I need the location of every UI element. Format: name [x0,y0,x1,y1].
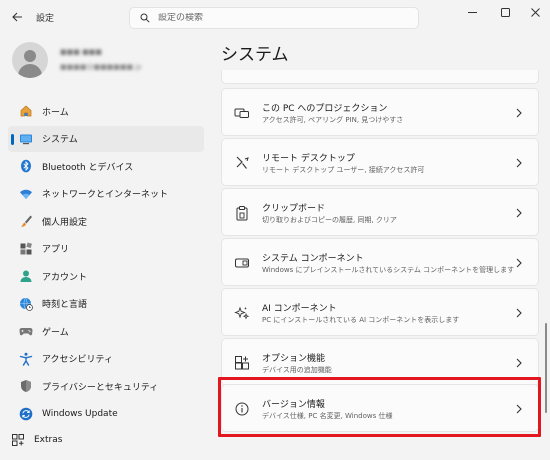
app-title: 設定 [36,14,55,24]
scrollbar[interactable] [545,323,547,413]
card-title: システム コンポーネント [262,254,364,264]
card-clipboard[interactable]: クリップボード 切り取りおよびコピーの履歴, 同期, クリア [221,188,539,236]
sidebar-item-accounts[interactable]: アカウント [8,263,204,289]
account-icon [19,269,33,283]
projection-icon [234,105,250,121]
wifi-icon [19,187,33,201]
bluetooth-icon [19,159,33,173]
system-components-icon [234,255,250,271]
remote-desktop-icon [234,155,250,171]
sidebar-item-label: アクセシビリティ [42,355,114,365]
user-email: ■■■■@■■■■■■.jp [60,63,142,71]
back-button[interactable] [6,7,28,27]
maximize-button[interactable] [494,4,516,20]
card-about[interactable]: バージョン情報 デバイス仕様, PC 名変更, Windows 仕様 [221,384,539,432]
user-name: ■■■ ■■■ [60,48,102,56]
card-remote-desktop[interactable]: リモート デスクトップ リモート デスクトップ ユーザー, 接続アクセス許可 [221,138,539,186]
sidebar-nav: ホーム システム Bluetooth とデバイス ネットワークとインターネット … [8,98,204,428]
chevron-right-icon [516,308,522,318]
card-projection[interactable]: この PC へのプロジェクション アクセス許可, ペアリング PIN, 見つけや… [221,88,539,136]
sidebar-item-label: Windows Update [42,408,118,419]
card-description: アクセス許可, ペアリング PIN, 見つけやすさ [262,116,404,124]
accessibility-icon [19,352,33,366]
sidebar-item-personalization[interactable]: 個人用設定 [8,208,204,234]
extras-item[interactable]: Extras [0,427,200,453]
sidebar-item-network[interactable]: ネットワークとインターネット [8,181,204,207]
maximize-icon [500,7,510,17]
sidebar-item-time-language[interactable]: 時刻と言語 [8,291,204,317]
card-title: クリップボード [262,204,326,214]
sidebar-item-system[interactable]: システム [8,125,204,152]
brush-icon [19,214,33,228]
sidebar-item-label: システム [42,135,78,145]
globe-clock-icon [19,297,33,311]
card-description: デバイス仕様, PC 名変更, Windows 仕様 [262,412,393,420]
gamepad-icon [19,324,33,338]
minimize-button[interactable] [461,4,483,20]
card-title: オプション機能 [262,354,326,364]
card-description: 切り取りおよびコピーの履歴, 同期, クリア [262,216,397,224]
sidebar-item-privacy[interactable]: プライバシーとセキュリティ [8,373,204,399]
card-description: デバイス用の追加機能 [262,366,332,374]
close-button[interactable] [524,4,546,20]
title-bar: 設定 [0,0,550,34]
chevron-right-icon [516,358,522,368]
search-icon [140,13,150,23]
sidebar-item-accessibility[interactable]: アクセシビリティ [8,346,204,372]
card-title: リモート デスクトップ [262,154,355,164]
card-optional-features[interactable]: オプション機能 デバイス用の追加機能 [221,338,539,386]
sidebar-item-bluetooth[interactable]: Bluetooth とデバイス [8,153,204,179]
card-title: AI コンポーネント [262,304,337,314]
page-title: システム [221,45,289,65]
card-description: Windows にプレインストールされているシステム コンポーネントを管理します [262,266,515,274]
sidebar-item-windows-update[interactable]: Windows Update [8,401,204,427]
card-ai-components[interactable]: AI コンポーネント PC にインストールされている AI コンポーネントを表示… [221,288,539,336]
person-avatar-icon [12,42,48,78]
sidebar-item-label: ホーム [42,107,69,118]
shield-icon [19,379,33,393]
sidebar-item-label: プライバシーとセキュリティ [42,382,159,393]
sidebar-item-label: アプリ [42,245,70,255]
minimize-icon [467,11,477,13]
windows-update-icon [19,407,33,421]
ai-sparkle-icon [234,305,250,321]
chevron-right-icon [516,258,522,268]
sidebar-item-label: 時刻と言語 [42,300,88,310]
sidebar-item-label: 個人用設定 [42,217,88,228]
sidebar-item-apps[interactable]: アプリ [8,236,204,262]
sidebar-item-label: アカウント [42,272,88,283]
sidebar-item-gaming[interactable]: ゲーム [8,318,204,344]
chevron-right-icon [516,404,522,414]
system-monitor-icon [19,132,33,146]
apps-icon [19,242,33,256]
search-input[interactable] [158,13,398,23]
optional-features-icon [234,355,250,371]
info-icon [234,401,250,417]
card-title: この PC へのプロジェクション [262,104,388,114]
sidebar-item-home[interactable]: ホーム [8,98,204,124]
sidebar-item-label: ネットワークとインターネット [42,190,169,200]
card-title: バージョン情報 [262,400,325,410]
sidebar-item-label: ゲーム [42,327,69,338]
home-icon [19,104,33,118]
user-profile[interactable]: ■■■ ■■■ ■■■■@■■■■■■.jp [12,42,212,82]
extras-label: Extras [34,435,63,445]
card-description: リモート デスクトップ ユーザー, 接続アクセス許可 [262,166,425,174]
settings-list: この PC へのプロジェクション アクセス許可, ペアリング PIN, 見つけや… [221,70,539,458]
back-arrow-icon [11,12,22,22]
extras-grid-icon [11,433,25,447]
previous-card-edge [221,70,539,84]
sidebar-item-label: Bluetooth とデバイス [42,162,134,173]
card-system-components[interactable]: システム コンポーネント Windows にプレインストールされているシステム … [221,238,539,286]
clipboard-icon [234,205,250,221]
card-description: PC にインストールされている AI コンポーネントを表示します [262,316,460,324]
chevron-right-icon [516,208,522,218]
chevron-right-icon [516,108,522,118]
search-box[interactable] [129,7,419,29]
chevron-right-icon [516,158,522,168]
close-icon [530,7,540,17]
